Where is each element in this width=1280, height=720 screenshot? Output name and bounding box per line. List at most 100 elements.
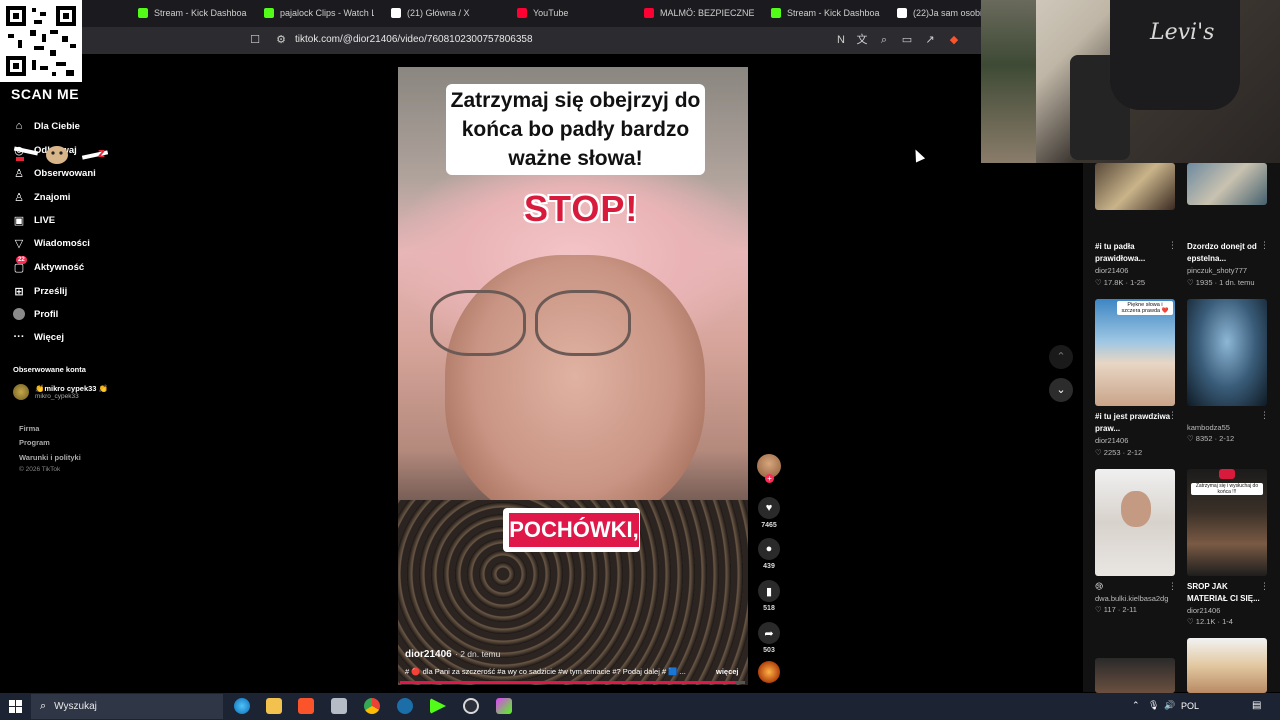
recommended-title[interactable]: Dzordzo donejt od epstelna... — [1187, 241, 1267, 265]
url-field[interactable]: tiktok.com/@dior21406/video/760810230075… — [295, 34, 533, 45]
recommended-author[interactable]: dwa.bulki.kielbasa2dg — [1095, 594, 1168, 603]
followed-account-name: 👏mikro cypek33 👏 — [35, 384, 108, 393]
recommended-thumbnail[interactable] — [1187, 299, 1267, 406]
video-frame-glasses — [430, 290, 526, 356]
share-button[interactable]: ➦ 503 — [756, 622, 782, 654]
more-options-icon[interactable]: ⋮ — [1260, 581, 1269, 592]
like-count: 7465 — [761, 522, 777, 529]
chrome-icon[interactable] — [364, 698, 380, 714]
recommended-author[interactable]: dior21406 — [1187, 606, 1220, 615]
notifications-icon[interactable]: ▤ — [1252, 700, 1261, 711]
recommended-author[interactable]: pinczuk_shoty777 — [1187, 266, 1247, 275]
follow-plus-icon[interactable]: + — [765, 474, 774, 483]
sidebar-item-obserwowani[interactable]: ♙ Obserwowani — [12, 166, 96, 180]
bookmark-icon[interactable]: ☐ — [248, 33, 262, 47]
video-author[interactable]: dior21406 — [405, 649, 452, 660]
sidebar-item-aktywnosc[interactable]: ▢ 22 Aktywność — [12, 256, 84, 274]
footer-link-program[interactable]: Program — [19, 438, 50, 447]
brave-icon[interactable] — [298, 698, 314, 714]
more-options-icon[interactable]: ⋮ — [1168, 240, 1177, 251]
thumbnail-caption: Zatrzymaj się i wysłuchaj do końca !!! — [1191, 483, 1263, 495]
sidebar-item-profil[interactable]: Profil — [12, 307, 58, 321]
video-stop-text: STOP! — [524, 188, 639, 229]
save-button[interactable]: ▮ 518 — [756, 580, 782, 612]
thumbnail-caption: Piękne słowa i szczera prawda ❤️ — [1117, 301, 1173, 315]
stop-sign-icon — [1219, 469, 1235, 479]
taskbar-search[interactable]: ⌕ Wyszukaj — [31, 694, 223, 719]
browser-tab[interactable]: (21) Główna / X — [391, 4, 501, 22]
recommended-title[interactable]: #i tu jest prawdziwa praw... — [1095, 411, 1175, 435]
activity-icon: ▢ 22 — [13, 256, 27, 274]
sidebar-item-przeslij[interactable]: ⊞ Prześlij — [12, 284, 67, 298]
translate-icon[interactable]: 文 — [855, 33, 869, 47]
sidebar-item-wiecej[interactable]: ··· Więcej — [12, 330, 65, 344]
recommended-thumbnail[interactable] — [1187, 163, 1267, 205]
profile-icon — [12, 307, 26, 321]
tray-chevron-icon[interactable]: ⌃ — [1132, 700, 1140, 711]
save-count: 518 — [763, 605, 775, 612]
recommended-thumbnail[interactable]: Piękne słowa i szczera prawda ❤️ — [1095, 299, 1175, 406]
browser-tab[interactable]: Stream - Kick Dashboa — [771, 4, 881, 22]
following-icon: ♙ — [14, 167, 24, 180]
recommended-title[interactable]: 😢 — [1095, 581, 1175, 593]
browser-tab[interactable]: Stream - Kick Dashboa — [138, 4, 248, 22]
zoom-icon[interactable]: ⌕ — [877, 33, 891, 47]
recommended-thumbnail[interactable]: Zatrzymaj się i wysłuchaj do końca !!! — [1187, 469, 1267, 576]
sidebar-item-wiadomosci[interactable]: ▽ Wiadomości — [12, 236, 90, 250]
steam-icon[interactable] — [397, 698, 413, 714]
more-options-icon[interactable]: ⋮ — [1260, 410, 1269, 421]
sidebar-item-dla-ciebie[interactable]: ⌂ Dla Ciebie — [12, 119, 80, 133]
tiktok-icon — [897, 8, 907, 18]
app-icon[interactable] — [496, 698, 512, 714]
x-icon — [391, 8, 401, 18]
footer-link-firma[interactable]: Firma — [19, 424, 39, 433]
footer-link-terms[interactable]: Warunki i polityki — [19, 453, 81, 462]
like-button[interactable]: ♥ 7465 — [756, 497, 782, 529]
microphone-icon[interactable]: 🎙 — [1148, 700, 1159, 711]
recommended-thumbnail[interactable] — [1095, 469, 1175, 576]
comment-button[interactable]: ● 439 — [756, 538, 782, 570]
recommended-title[interactable]: SROP JAK MATERIAŁ CI SIĘ... — [1187, 581, 1267, 605]
thumbnail-face — [1121, 491, 1151, 527]
more-options-icon[interactable]: ⋮ — [1260, 240, 1269, 251]
file-explorer-icon[interactable] — [266, 698, 282, 714]
browser-tab[interactable]: MALMÖ: BEZPIECZNE GET — [644, 4, 754, 22]
sidebar-item-znajomi[interactable]: ♙ Znajomi — [12, 190, 70, 204]
cast-icon[interactable]: ▭ — [900, 33, 914, 47]
windows-start-icon[interactable] — [9, 700, 22, 713]
followed-account[interactable]: 👏mikro cypek33 👏 mikro_cypek33 — [13, 384, 108, 400]
share-icon[interactable]: ↗ — [923, 33, 937, 47]
recommended-author[interactable]: dior21406 — [1095, 436, 1128, 445]
more-options-icon[interactable]: ⋮ — [1168, 410, 1177, 421]
obs-icon[interactable] — [463, 698, 479, 714]
music-disc-icon[interactable] — [758, 661, 780, 683]
site-settings-icon[interactable]: ⚙ — [274, 33, 288, 47]
recommended-thumbnail[interactable] — [1095, 658, 1175, 693]
upload-icon: ⊞ — [14, 285, 24, 298]
previous-video-button[interactable]: ⌃ — [1049, 345, 1073, 369]
share-count: 503 — [763, 647, 775, 654]
brave-shield-icon[interactable]: ◆ — [947, 33, 961, 47]
recommended-author[interactable]: kambodza55 — [1187, 423, 1230, 432]
recommended-stats: ♡ 117 · 2-11 — [1095, 605, 1137, 614]
translate-off-icon[interactable]: N — [834, 33, 848, 47]
bookmark-icon: ▮ — [758, 580, 780, 602]
recommended-author[interactable]: dior21406 — [1095, 266, 1128, 275]
more-options-icon[interactable]: ⋮ — [1168, 581, 1177, 592]
app-icon[interactable] — [331, 698, 347, 714]
activity-badge: 22 — [16, 256, 27, 264]
volume-icon[interactable]: 🔊 — [1164, 700, 1175, 711]
edge-icon[interactable] — [234, 698, 250, 714]
browser-tab[interactable]: YouTube — [517, 4, 627, 22]
browser-tab[interactable]: (22)Ja sam osobiści — [897, 4, 981, 22]
recommended-thumbnail[interactable] — [1095, 163, 1175, 210]
sidebar-item-live[interactable]: ▣ LIVE — [12, 213, 55, 227]
browser-tab[interactable]: pajalock Clips - Watch Live — [264, 4, 374, 22]
recommended-title[interactable]: #i tu padła prawidłowa... — [1095, 241, 1175, 265]
home-icon: ⌂ — [15, 120, 23, 132]
next-video-button[interactable]: ⌄ — [1049, 378, 1073, 402]
language-indicator[interactable]: POL — [1181, 701, 1199, 711]
video-progress-fill — [400, 681, 735, 684]
recommended-thumbnail[interactable] — [1187, 638, 1267, 693]
video-more-link[interactable]: więcej — [716, 667, 739, 676]
